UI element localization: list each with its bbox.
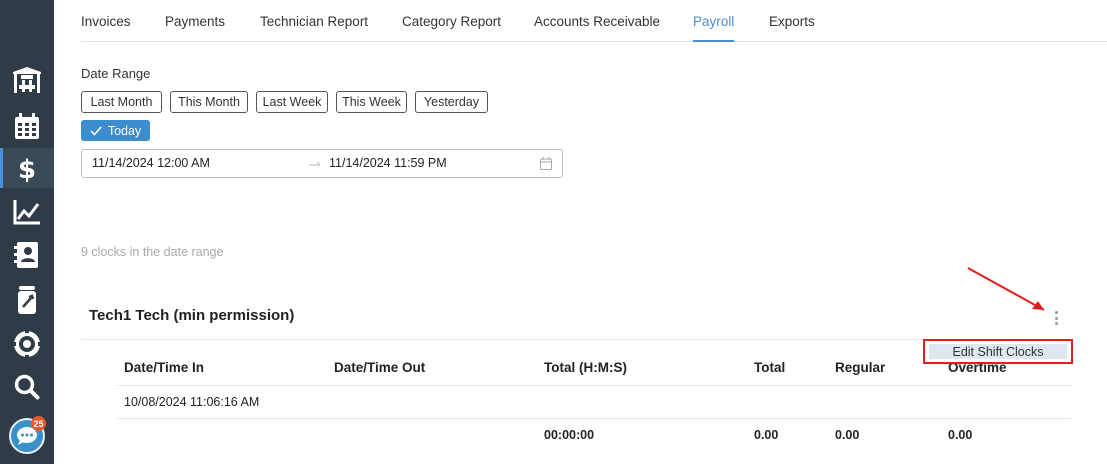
technician-name: Tech1 Tech (min permission): [89, 307, 295, 324]
this-month-button[interactable]: This Month: [170, 91, 248, 113]
col-date-out: Date/Time Out: [334, 360, 426, 375]
divider: [117, 418, 1071, 419]
this-week-button[interactable]: This Week: [336, 91, 407, 113]
total-hms-value: 00:00:00: [544, 428, 595, 442]
shop-icon[interactable]: [0, 60, 54, 100]
tab-payments[interactable]: Payments: [165, 14, 225, 29]
date-range-label: Date Range: [81, 66, 151, 81]
arrow-right-icon: [309, 161, 321, 166]
tab-payroll[interactable]: Payroll: [693, 14, 735, 42]
tab-category-report[interactable]: Category Report: [402, 14, 501, 29]
tab-accounts-receivable[interactable]: Accounts Receivable: [534, 14, 660, 29]
tab-invoices[interactable]: Invoices: [81, 14, 131, 29]
today-button[interactable]: Today: [81, 120, 150, 141]
col-total-hms: Total (H:M:S): [544, 360, 627, 375]
col-regular: Regular: [835, 360, 886, 375]
col-date-in: Date/Time In: [124, 360, 205, 375]
regular-value: 0.00: [835, 428, 860, 442]
check-icon: [90, 125, 102, 136]
edit-shift-clocks-menu-item[interactable]: Edit Shift Clocks: [929, 344, 1067, 359]
clocks-count-text: 9 clocks in the date range: [81, 245, 224, 259]
last-week-button[interactable]: Last Week: [256, 91, 328, 113]
oil-can-icon[interactable]: [0, 280, 54, 320]
report-tabs: Invoices Payments Technician Report Cate…: [81, 0, 1107, 42]
chat-badge: 25: [31, 416, 46, 431]
context-menu: Edit Shift Clocks: [923, 339, 1073, 364]
contacts-icon[interactable]: [0, 235, 54, 275]
overtime-value: 0.00: [948, 428, 973, 442]
dollar-icon[interactable]: $: [0, 148, 54, 188]
end-date-input[interactable]: 11/14/2024 11:59 PM: [329, 156, 447, 170]
divider: [117, 385, 1071, 386]
yesterday-button[interactable]: Yesterday: [415, 91, 488, 113]
sidebar: $: [0, 0, 54, 464]
more-options-icon[interactable]: [1050, 309, 1062, 327]
tab-technician-report[interactable]: Technician Report: [260, 14, 368, 29]
tire-icon[interactable]: [0, 324, 54, 364]
chart-icon[interactable]: [0, 192, 54, 232]
col-total: Total: [754, 360, 786, 375]
svg-text:$: $: [18, 155, 36, 183]
annotation-arrow: [967, 267, 1045, 311]
today-label: Today: [107, 123, 142, 138]
calendar-icon[interactable]: [0, 106, 54, 146]
date-range-picker[interactable]: 11/14/2024 12:00 AM 11/14/2024 11:59 PM: [81, 149, 563, 178]
last-month-button[interactable]: Last Month: [81, 91, 162, 113]
tab-exports[interactable]: Exports: [769, 14, 815, 29]
total-value: 0.00: [754, 428, 779, 442]
calendar-small-icon: [540, 157, 552, 170]
search-icon[interactable]: [0, 367, 54, 407]
table-cell-date-in: 10/08/2024 11:06:16 AM: [124, 395, 260, 409]
start-date-input[interactable]: 11/14/2024 12:00 AM: [92, 156, 210, 170]
